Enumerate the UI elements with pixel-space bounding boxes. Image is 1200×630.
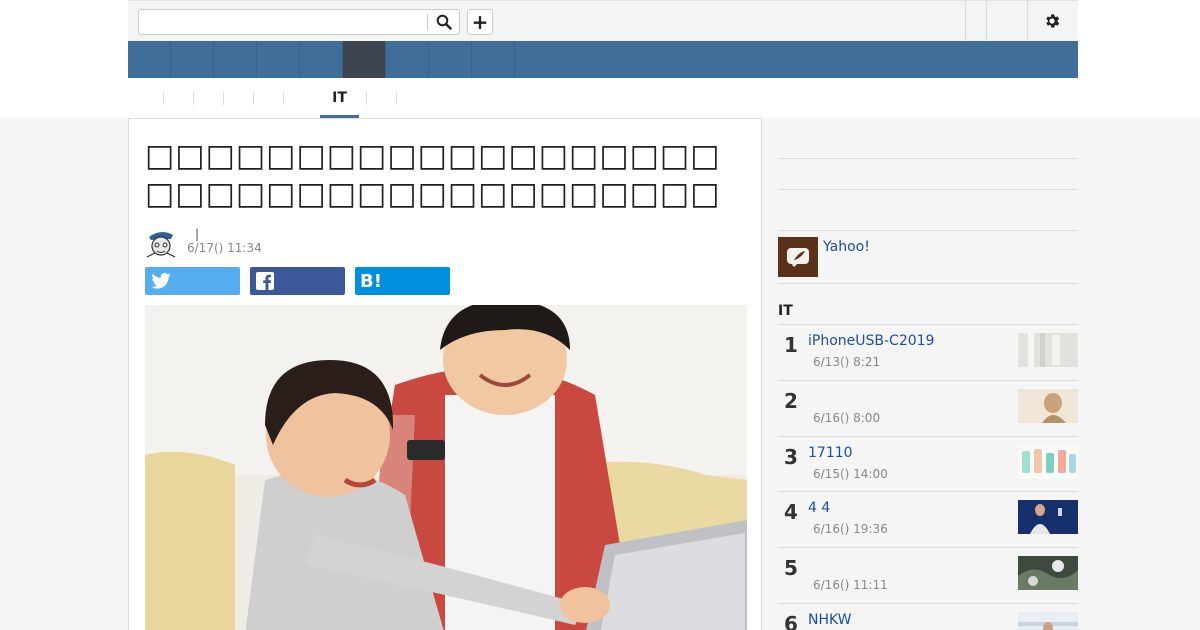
nav-item-active[interactable] [343,41,386,78]
hatena-label: B! [360,270,382,292]
rank-thumbnail [1018,389,1078,423]
author-avatar [145,227,177,259]
rank-thumbnail [1018,612,1078,630]
rank-date: 6/16() 11:11 [813,578,888,592]
ranking-item[interactable]: 6 NHKW [778,604,1078,630]
rank-number: 3 [784,445,798,469]
rank-thumbnail [1018,556,1078,590]
nav-item[interactable] [128,41,171,78]
search-icon [436,14,452,30]
rank-number: 5 [784,556,798,580]
sidebar-divider [778,283,1078,284]
settings-button[interactable] [1040,9,1064,33]
subnav-divider [283,92,284,105]
yahoo-link[interactable]: Yahoo! [823,239,870,255]
ranking-item[interactable]: 4 4 4 6/16() 19:36 [778,492,1078,548]
quill-icon [787,248,809,268]
ranking-item[interactable]: 5 6/16() 11:11 [778,548,1078,604]
nav-item[interactable] [300,41,343,78]
rank-thumbnail [1018,445,1078,479]
sidebar-divider [778,230,1078,231]
header-divider [965,1,966,41]
nav-item[interactable] [386,41,429,78]
ranking-title: IT [778,303,793,319]
subnav-divider [163,92,164,105]
article-title: □□□□□□□□□□□□□□□□□□□□□□□□□□□□□□□□□□□□□□ [145,138,721,212]
gear-icon [1046,14,1060,28]
rank-number: 4 [784,500,798,524]
rank-title[interactable]: 4 4 [808,500,830,516]
rank-number: 2 [784,389,798,413]
subnav-divider [366,92,367,105]
ranking-item[interactable]: 3 17110 6/15() 14:00 [778,437,1078,493]
article-photo [145,305,747,630]
rank-number: 1 [784,333,798,357]
subnav-divider [223,92,224,105]
header-divider [1027,1,1028,41]
article-date: 6/17() 11:34 [187,241,262,255]
sidebar-divider [778,189,1078,190]
rank-date: 6/15() 14:00 [813,467,888,481]
rank-title[interactable]: 17110 [808,445,853,461]
hatena-bookmark-button[interactable]: B! [355,267,450,295]
ranking-item[interactable]: 1 iPhoneUSB-C2019 6/13() 8:21 [778,325,1078,381]
subnav-divider [396,92,397,105]
twitter-share-button[interactable] [145,267,240,295]
rank-thumbnail [1018,333,1078,367]
ranking-item[interactable]: 2 6/16() 8:00 [778,381,1078,437]
header-bar: + [128,0,1078,41]
rank-date: 6/13() 8:21 [813,355,881,369]
nav-item[interactable] [257,41,300,78]
facebook-share-button[interactable] [250,267,345,295]
add-label: + [471,10,489,34]
subnav-tab-it[interactable]: IT [320,90,359,118]
rank-date: 6/16() 8:00 [813,411,881,425]
primary-nav [128,41,1078,78]
facebook-icon [256,272,274,290]
nav-item[interactable] [171,41,214,78]
nav-item[interactable] [214,41,257,78]
yahoo-thumbnail[interactable] [778,237,818,277]
article-panel: □□□□□□□□□□□□□□□□□□□□□□□□□□□□□□□□□□□□□□ |… [128,118,762,630]
byline-separator: | [195,227,200,241]
rank-number: 6 [784,612,798,630]
search-input[interactable] [139,10,427,34]
nav-item[interactable] [429,41,472,78]
search-box [138,9,460,35]
subnav-divider [193,92,194,105]
rank-date: 6/16() 19:36 [813,522,888,536]
nav-item[interactable] [472,41,515,78]
twitter-icon [151,273,171,289]
search-divider [427,14,428,30]
subnav-divider [253,92,254,105]
category-subnav: IT [128,78,1078,118]
add-button[interactable]: + [467,9,493,35]
rank-title[interactable]: NHKW [808,612,852,628]
header-divider [986,1,987,41]
rank-title[interactable]: iPhoneUSB-C2019 [808,333,934,349]
search-button[interactable] [431,11,457,33]
sidebar: Yahoo! IT 1 iPhoneUSB-C2019 6/13() 8:21 … [778,118,1078,630]
sidebar-divider [778,158,1078,159]
rank-thumbnail [1018,500,1078,534]
